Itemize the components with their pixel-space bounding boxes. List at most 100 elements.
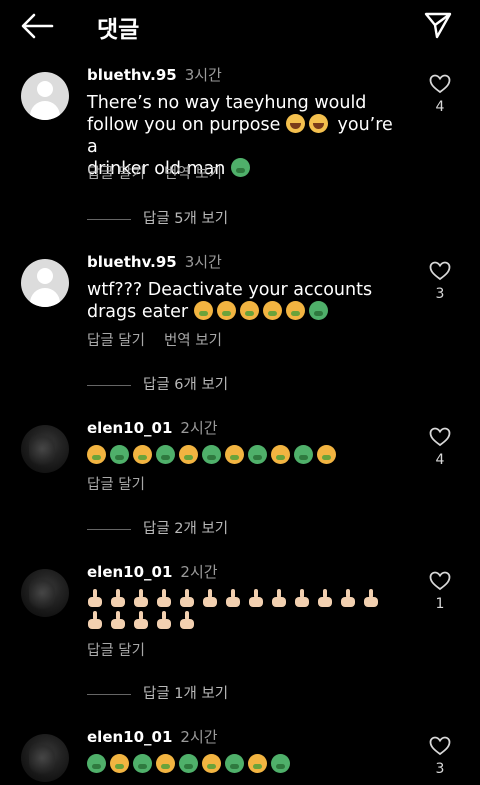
username[interactable]: bluethv.95 [87,66,177,84]
nauseated-face-emoji-icon [87,445,106,464]
divider-line [87,218,131,220]
nauseated-face-emoji-icon [110,754,129,773]
translate-button[interactable]: 번역 보기 [164,333,222,349]
tears-of-joy-emoji-icon [285,114,305,133]
middle-finger-emoji-icon [133,611,149,630]
nauseated-face-emoji-icon [133,445,152,464]
avatar[interactable] [21,72,69,120]
nauseated-face-emoji-icon [179,754,198,773]
view-replies-label[interactable]: 답글 5개 보기 [143,211,228,227]
view-replies[interactable]: 답글 6개 보기 [87,373,228,393]
page-title: 댓글 [97,17,140,43]
comment-text-line: follow you on purpose [87,115,281,135]
back-arrow-icon[interactable] [20,10,54,42]
comment-text-line: There’s no way taeyhung would [87,93,367,113]
username[interactable]: elen10_01 [87,419,172,437]
nauseated-face-emoji-icon [230,158,250,177]
nauseated-face-emoji-icon [271,754,290,773]
middle-finger-emoji-icon [248,589,264,608]
nauseated-face-emoji-icon [317,445,336,464]
avatar[interactable] [21,425,69,473]
username[interactable]: elen10_01 [87,563,172,581]
view-replies-label[interactable]: 답글 6개 보기 [143,377,228,393]
avatar[interactable] [21,734,69,782]
nauseated-face-emoji-icon [216,301,236,320]
nauseated-face-emoji-icon [179,445,198,464]
username[interactable]: elen10_01 [87,728,172,746]
heart-icon[interactable] [429,261,451,281]
middle-finger-emoji-icon [225,589,241,608]
comment-text [87,589,417,633]
middle-finger-emoji-icon [87,589,103,608]
like-control: 1 [428,571,452,612]
middle-finger-emoji-icon [317,589,333,608]
avatar[interactable] [21,259,69,307]
comment-actions: 답글 달기 [87,639,145,660]
comment-text: wtf??? Deactivate your accounts drags ea… [87,279,407,323]
nauseated-face-emoji-icon [225,754,244,773]
view-replies[interactable]: 답글 2개 보기 [87,517,228,537]
nauseated-face-emoji-icon [87,754,106,773]
heart-icon[interactable] [429,736,451,756]
timestamp: 3시간 [184,253,222,271]
middle-finger-emoji-icon [133,589,149,608]
reply-button[interactable]: 답글 달기 [87,643,145,659]
nauseated-face-emoji-icon [225,445,244,464]
comment-meta: elen10_01 2시간 [87,726,218,747]
middle-finger-emoji-icon [179,611,195,630]
heart-icon[interactable] [429,74,451,94]
middle-finger-emoji-icon [110,589,126,608]
like-count: 4 [435,99,445,115]
nauseated-face-emoji-icon [248,445,267,464]
middle-finger-emoji-icon [202,589,218,608]
reply-button[interactable]: 답글 달기 [87,166,145,182]
comment-text-line: drags eater [87,302,189,322]
nauseated-face-emoji-icon [110,445,129,464]
like-count: 3 [435,761,445,777]
middle-finger-emoji-icon [363,589,379,608]
nauseated-face-emoji-icon [239,301,259,320]
timestamp: 2시간 [180,728,218,746]
nauseated-face-emoji-icon [193,301,213,320]
divider-line [87,528,131,530]
nauseated-face-emoji-icon [202,754,221,773]
reply-button[interactable]: 답글 달기 [87,333,145,349]
timestamp: 3시간 [184,66,222,84]
middle-finger-emoji-icon [340,589,356,608]
timestamp: 2시간 [180,419,218,437]
comment-meta: bluethv.95 3시간 [87,64,222,85]
comment-meta: elen10_01 2시간 [87,561,218,582]
nauseated-face-emoji-icon [156,445,175,464]
reply-button[interactable]: 답글 달기 [87,477,145,493]
like-control: 4 [428,74,452,115]
like-control: 3 [428,736,452,777]
username[interactable]: bluethv.95 [87,253,177,271]
middle-finger-emoji-icon [156,611,172,630]
heart-icon[interactable] [429,427,451,447]
tears-of-joy-emoji-icon [308,114,328,133]
comment-meta: bluethv.95 3시간 [87,251,222,272]
view-replies-label[interactable]: 답글 1개 보기 [143,686,228,702]
like-count: 4 [435,452,445,468]
nauseated-face-emoji-icon [271,445,290,464]
header: 댓글 [0,0,480,52]
nauseated-face-emoji-icon [156,754,175,773]
middle-finger-emoji-icon [179,589,195,608]
view-replies[interactable]: 답글 5개 보기 [87,207,228,227]
send-icon[interactable] [423,10,453,40]
nauseated-face-emoji-icon [133,754,152,773]
nauseated-face-emoji-icon [294,445,313,464]
translate-button[interactable]: 번역 보기 [164,166,222,182]
middle-finger-emoji-icon [294,589,310,608]
nauseated-face-emoji-icon [308,301,328,320]
view-replies[interactable]: 답글 1개 보기 [87,682,228,702]
divider-line [87,693,131,695]
comment-actions: 답글 달기 번역 보기 [87,329,222,350]
comment-actions: 답글 달기 [87,473,145,494]
avatar[interactable] [21,569,69,617]
comment-text-line: wtf??? Deactivate your accounts [87,280,373,300]
view-replies-label[interactable]: 답글 2개 보기 [143,521,228,537]
nauseated-face-emoji-icon [262,301,282,320]
heart-icon[interactable] [429,571,451,591]
comment-actions: 답글 달기 번역 보기 [87,162,222,183]
